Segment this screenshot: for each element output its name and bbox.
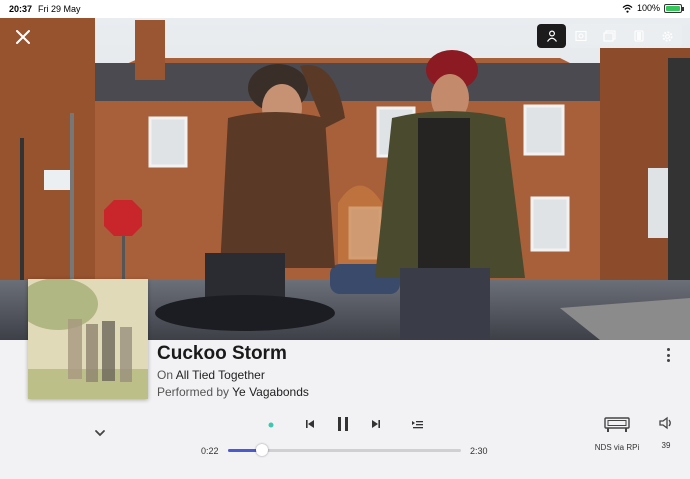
- more-options-dot: [666, 348, 670, 351]
- queue-button[interactable]: [409, 416, 425, 432]
- person-view-button[interactable]: [537, 24, 566, 48]
- view-toolbar: [537, 24, 682, 48]
- image-view-button[interactable]: [566, 24, 595, 48]
- next-track-button[interactable]: [368, 416, 384, 432]
- status-time: 20:37: [9, 4, 33, 14]
- tablet-view-button[interactable]: [624, 24, 653, 48]
- image-icon: [574, 30, 587, 42]
- artist-prefix: Performed by: [157, 385, 230, 399]
- battery-fill: [666, 5, 680, 11]
- wifi-icon: [622, 4, 633, 13]
- zone-name: NDS via RPi: [594, 443, 640, 452]
- chevron-down-icon[interactable]: [92, 427, 108, 439]
- settings-button[interactable]: [653, 24, 682, 48]
- album-line: On All Tied Together: [157, 368, 265, 382]
- elapsed-time: 0:22: [201, 446, 219, 456]
- volume-control[interactable]: 39: [654, 416, 678, 450]
- previous-track-icon: [306, 420, 314, 428]
- pause-button[interactable]: [333, 414, 353, 434]
- gear-icon: [662, 30, 673, 42]
- track-title: Cuckoo Storm: [157, 343, 287, 364]
- battery-percent: 100%: [636, 3, 660, 13]
- speaker-icon: [659, 416, 671, 430]
- status-bar: 20:37 Fri 29 May 100%: [0, 0, 690, 18]
- progress-bar[interactable]: [228, 444, 461, 456]
- tablet-icon: [633, 30, 644, 42]
- album-art[interactable]: [28, 279, 148, 399]
- status-date: Fri 29 May: [38, 4, 81, 14]
- progress-handle[interactable]: [256, 444, 269, 456]
- album-link[interactable]: All Tied Together: [176, 368, 265, 382]
- artist-line: Performed by Ye Vagabonds: [157, 385, 309, 399]
- album-art-illustration: [28, 279, 148, 399]
- more-options-dot: [666, 353, 670, 357]
- pause-icon: [338, 417, 348, 431]
- next-track-icon: [372, 420, 380, 428]
- queue-icon: [411, 420, 423, 428]
- album-prefix: On: [157, 368, 174, 382]
- previous-track-button[interactable]: [302, 416, 318, 432]
- stacked-photos-icon: [603, 30, 616, 42]
- total-time: 2:30: [470, 446, 488, 456]
- more-options-dot: [666, 359, 670, 362]
- artist-link[interactable]: Ye Vagabonds: [232, 385, 309, 399]
- streamer-device-icon: [604, 417, 630, 432]
- radio-dot-button[interactable]: [264, 418, 278, 432]
- person-icon: [546, 30, 557, 42]
- zone-selector[interactable]: NDS via RPi: [592, 416, 642, 452]
- photos-view-button[interactable]: [595, 24, 624, 48]
- volume-level: 39: [661, 441, 671, 450]
- battery-icon: [664, 3, 684, 13]
- more-options-button[interactable]: [660, 346, 676, 364]
- close-icon[interactable]: [12, 26, 34, 48]
- radio-dot-icon: [268, 422, 274, 428]
